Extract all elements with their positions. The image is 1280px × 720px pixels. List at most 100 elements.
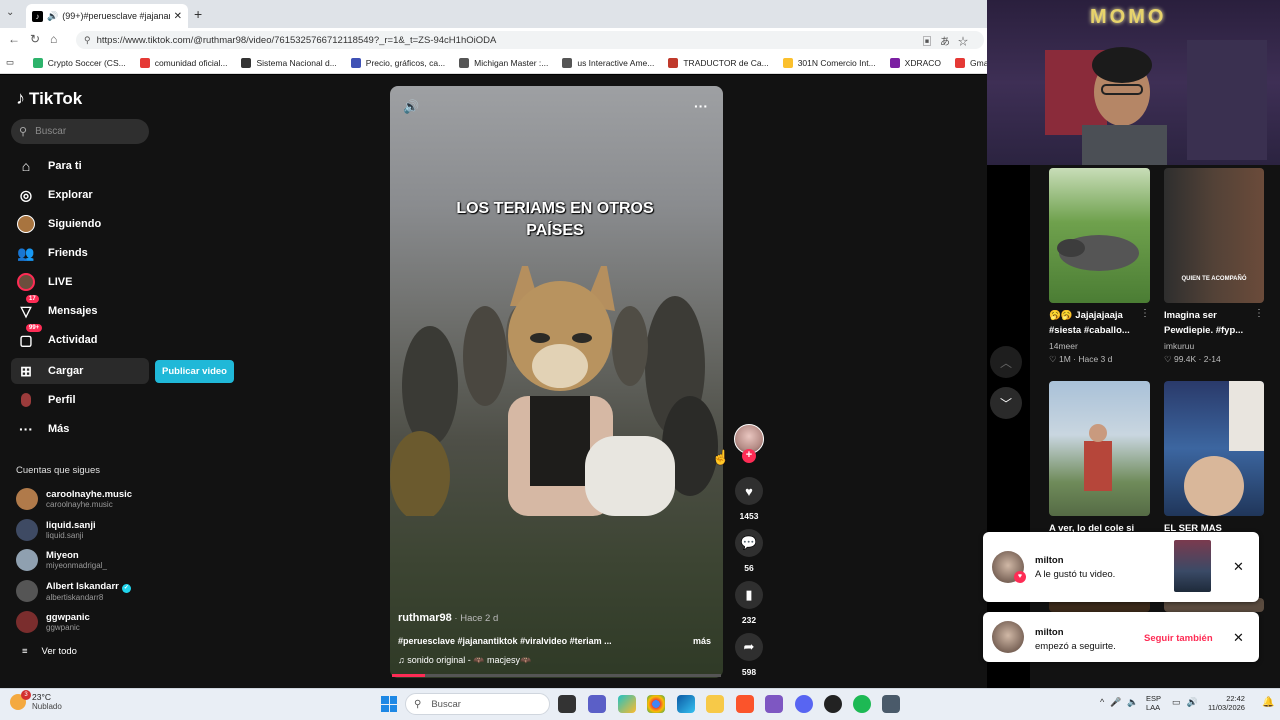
video-progress-bar[interactable] xyxy=(392,674,721,677)
like-button[interactable]: ♥ xyxy=(735,477,763,505)
following-account[interactable]: Albert Iskandarr ✓ albertiskandarr8 xyxy=(16,578,131,604)
weather-badge: 3 xyxy=(21,689,31,700)
recommended-author[interactable]: 14meer xyxy=(1049,341,1078,351)
bookmark-item[interactable]: Sistema Nacional d... xyxy=(241,57,337,68)
bookmark-item[interactable]: Michigan Master :... xyxy=(459,57,548,68)
follow-plus-icon[interactable]: + xyxy=(742,449,756,463)
recommended-thumbnail[interactable] xyxy=(1164,381,1264,516)
notifications-icon[interactable]: 🔔 xyxy=(1262,697,1274,708)
recommended-title-line2[interactable]: #siesta #caballo... xyxy=(1049,325,1144,336)
share-button[interactable]: ➦ xyxy=(735,633,763,661)
recommended-author[interactable]: imkuruu xyxy=(1164,341,1194,351)
taskbar-search[interactable]: ⚲ Buscar xyxy=(405,693,550,715)
recommended-title[interactable]: Imagina ser xyxy=(1164,310,1254,321)
recommended-thumbnail[interactable] xyxy=(1049,381,1150,516)
close-icon[interactable]: ✕ xyxy=(1233,630,1244,646)
search-icon: ⚲ xyxy=(19,126,28,138)
system-tray-icons[interactable]: ^🎤🔈 xyxy=(1100,697,1145,708)
brave-icon[interactable] xyxy=(736,695,754,713)
nav-mensajes[interactable]: ▽ 17 Mensajes xyxy=(11,295,149,324)
speaker-icon[interactable]: 🔊 xyxy=(47,11,58,22)
url-text[interactable]: https://www.tiktok.com/@ruthmar98/video/… xyxy=(97,35,922,46)
bookmark-icon xyxy=(459,57,470,68)
url-bar-actions[interactable]: ▣あ☆ xyxy=(922,33,976,48)
teams-icon[interactable] xyxy=(588,695,606,713)
nav-para-ti[interactable]: ⌂ Para ti xyxy=(11,153,149,179)
taskbar xyxy=(0,688,1280,720)
copilot-icon[interactable] xyxy=(618,695,636,713)
nav-live[interactable]: LIVE xyxy=(11,269,149,295)
recommended-more-icon[interactable]: ⋮ xyxy=(1140,308,1150,319)
recommended-thumbnail[interactable] xyxy=(1049,168,1150,303)
search-input[interactable]: ⚲ Buscar xyxy=(11,119,149,144)
chrome-icon[interactable] xyxy=(647,695,665,713)
nav-perfil[interactable]: Perfil xyxy=(11,387,149,413)
language-indicator[interactable]: ESP LAA xyxy=(1146,694,1161,712)
previous-video-button[interactable]: ︿ xyxy=(990,346,1022,378)
url-bar[interactable]: ⚲ https://www.tiktok.com/@ruthmar98/vide… xyxy=(76,31,984,49)
bookmarks-icon[interactable]: ▭ xyxy=(6,57,19,68)
recommended-title[interactable]: 🥱🥱 Jajajajaaja xyxy=(1049,310,1139,321)
follow-notification[interactable]: milton empezó a seguirte. Seguir también… xyxy=(983,612,1259,662)
video-player[interactable] xyxy=(390,86,723,678)
publish-video-button[interactable]: Publicar video xyxy=(155,360,234,383)
follow-back-button[interactable]: Seguir también xyxy=(1144,633,1213,644)
nav-friends[interactable]: 👥 Friends xyxy=(11,240,149,266)
video-author[interactable]: ruthmar98 · Hace 2 d xyxy=(398,612,498,624)
file-explorer-icon[interactable] xyxy=(706,695,724,713)
start-button[interactable] xyxy=(381,696,397,712)
recommended-thumbnail[interactable]: QUIEN TE ACOMPAÑÓ xyxy=(1164,168,1264,303)
nav-actividad[interactable]: ▢ 99+ Actividad xyxy=(11,324,149,353)
following-account[interactable]: ggwpanic ggwpanic xyxy=(16,609,90,635)
spotify-icon[interactable] xyxy=(853,695,871,713)
bookmark-item[interactable]: XDRACO xyxy=(889,57,941,68)
discord-icon[interactable] xyxy=(795,695,813,713)
edge-icon[interactable] xyxy=(677,695,695,713)
save-button[interactable]: ▮ xyxy=(735,581,763,609)
calculator-icon[interactable] xyxy=(882,695,900,713)
notification-thumbnail[interactable] xyxy=(1174,540,1211,592)
video-caption[interactable]: #peruesclave #jajanantiktok #viralvideo … xyxy=(398,636,628,646)
taskview-icon[interactable] xyxy=(558,695,576,713)
recommended-title-line2[interactable]: Pewdiepie. #fyp... xyxy=(1164,325,1254,336)
bookmark-icon xyxy=(32,57,43,68)
clock[interactable]: 22:42 11/03/2026 xyxy=(1208,694,1245,712)
tiktok-logo[interactable]: ♪ TikTok xyxy=(16,88,82,109)
following-account[interactable]: liquid.sanji liquid.sanji xyxy=(16,517,96,543)
volume-icon[interactable]: 🔊 xyxy=(403,99,419,115)
new-tab-icon[interactable]: + xyxy=(194,6,202,22)
next-video-button[interactable]: ﹀ xyxy=(990,387,1022,419)
obs-icon[interactable] xyxy=(824,695,842,713)
weather-widget[interactable]: 3 23°C Nublado xyxy=(10,689,62,711)
network-volume-icons[interactable]: ▭🔊 xyxy=(1172,697,1204,708)
close-icon[interactable]: ✕ xyxy=(1233,559,1244,575)
bookmark-item[interactable]: Precio, gráficos, ca... xyxy=(350,57,445,68)
see-all-link[interactable]: ≡ Ver todo xyxy=(22,646,77,657)
video-more-icon[interactable]: ··· xyxy=(694,98,708,114)
bookmark-item[interactable]: Crypto Soccer (CS... xyxy=(32,57,126,68)
bookmark-icon xyxy=(562,57,573,68)
person-image xyxy=(1084,424,1112,491)
following-account[interactable]: caroolnayhe.music caroolnayhe.music xyxy=(16,486,132,512)
close-tab-icon[interactable]: ✕ xyxy=(174,11,182,22)
nav-explorar[interactable]: ◎ Explorar xyxy=(11,182,149,208)
comment-button[interactable]: 💬 xyxy=(735,529,763,557)
bookmark-item[interactable]: comunidad oficial... xyxy=(139,57,227,68)
caption-more-link[interactable]: más xyxy=(693,636,711,646)
app-grid-icon[interactable] xyxy=(765,695,783,713)
nav-mas[interactable]: ··· Más xyxy=(11,416,149,442)
nav-buttons[interactable]: ←↻⌂ xyxy=(8,32,67,46)
bookmark-item[interactable]: 301N Comercio Int... xyxy=(782,57,876,68)
nav-siguiendo[interactable]: Siguiendo xyxy=(11,211,149,237)
nav-cargar[interactable]: ⊞ Cargar xyxy=(11,358,149,384)
like-notification[interactable]: milton A le gustó tu video. ✕ xyxy=(983,532,1259,602)
bookmark-item[interactable]: Gmail xyxy=(955,57,987,68)
recommended-more-icon[interactable]: ⋮ xyxy=(1254,308,1264,319)
browser-tab[interactable]: ♪ 🔊 (99+)#peruesclave #jajanantik ✕ xyxy=(26,4,188,28)
bookmark-item[interactable]: TRADUCTOR de Ca... xyxy=(668,57,769,68)
site-info-icon[interactable]: ⚲ xyxy=(84,35,91,46)
tab-list-chevron-icon[interactable]: ⌄ xyxy=(6,7,14,18)
video-sound-link[interactable]: ♫ sonido original - 🦇 macjesy🦇 xyxy=(398,655,531,666)
following-account[interactable]: Miyeon miyeonmadrigal_ xyxy=(16,547,107,573)
bookmark-item[interactable]: us Interactive Ame... xyxy=(562,57,654,68)
